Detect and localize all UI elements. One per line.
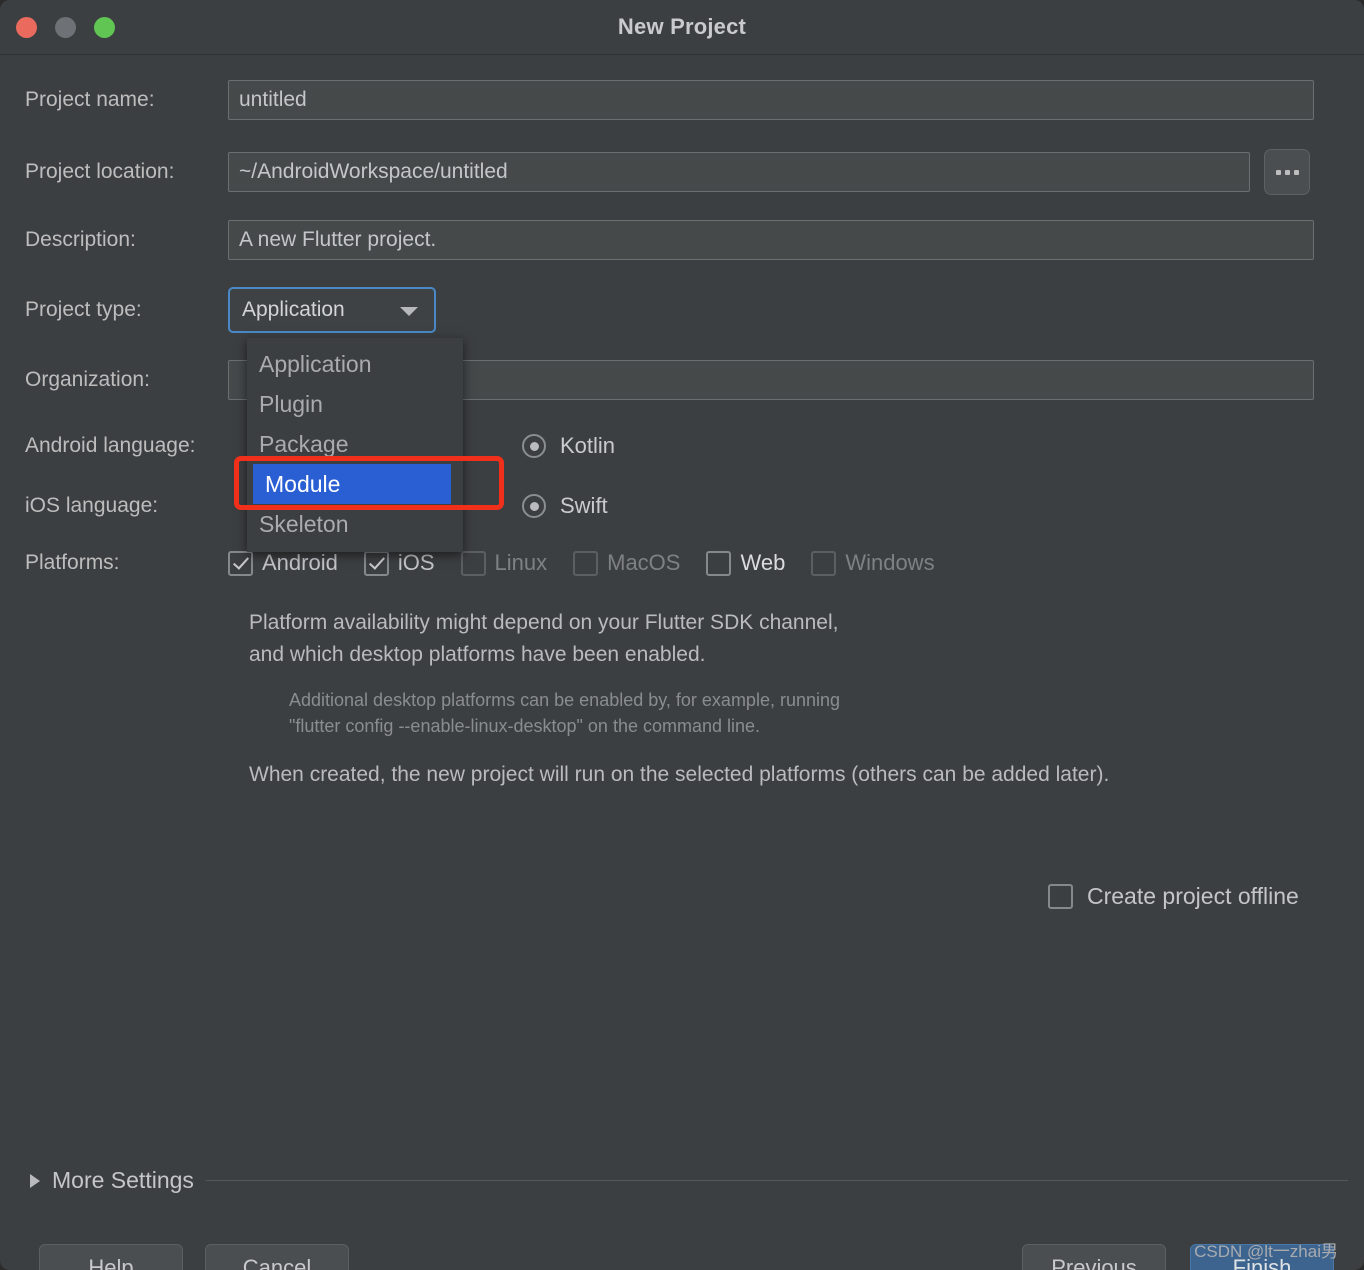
platform-android[interactable]: Android (228, 550, 338, 576)
dropdown-item-package[interactable]: Package (247, 424, 463, 464)
project-location-input[interactable]: ~/AndroidWorkspace/untitled (228, 152, 1250, 192)
platform-web-label: Web (740, 550, 786, 575)
description-label: Description: (25, 228, 136, 251)
platform-windows-label: Windows (845, 550, 935, 575)
more-settings-label: More Settings (52, 1167, 194, 1193)
create-project-offline-row[interactable]: Create project offline (1048, 883, 1299, 910)
platform-linux-label: Linux (494, 550, 548, 575)
checkbox-linux (460, 550, 486, 576)
platform-info-line1: Platform availability might depend on yo… (249, 611, 839, 634)
checkbox-android[interactable] (228, 550, 253, 576)
dropdown-item-module[interactable]: Module (253, 464, 451, 504)
dropdown-item-application[interactable]: Application (247, 344, 463, 384)
project-location-label: Project location: (25, 160, 175, 183)
dropdown-item-skeleton[interactable]: Skeleton (247, 504, 463, 544)
description-input[interactable]: A new Flutter project. (228, 220, 1314, 260)
platforms-checkbox-group: Android iOS Linux MacOS Web Windows (228, 550, 935, 576)
platform-hint-line2: "flutter config --enable-linux-desktop" … (289, 716, 761, 736)
platform-web[interactable]: Web (706, 550, 785, 576)
minimize-button[interactable] (55, 17, 76, 38)
platform-windows: Windows (811, 550, 935, 576)
more-settings-divider (205, 1180, 1348, 1181)
platform-hint-line1: Additional desktop platforms can be enab… (289, 690, 841, 710)
create-offline-label: Create project offline (1087, 883, 1299, 909)
platform-macos-label: MacOS (607, 550, 681, 575)
previous-button[interactable]: Previous (1022, 1244, 1166, 1270)
project-type-label: Project type: (25, 298, 142, 321)
platforms-row: Platforms: Android iOS Linux MacOS Web W… (0, 550, 1364, 576)
android-language-options: Kotlin (522, 433, 615, 459)
chevron-down-icon (400, 307, 418, 316)
title-bar: New Project (0, 0, 1364, 55)
cancel-button[interactable]: Cancel (205, 1244, 349, 1270)
platform-linux: Linux (460, 550, 548, 576)
radio-swift[interactable] (522, 494, 546, 518)
dialog-content: Project name: untitled Project location:… (0, 55, 1364, 1270)
close-button[interactable] (16, 17, 37, 38)
platforms-label: Platforms: (25, 551, 120, 574)
project-name-row: Project name: untitled (0, 80, 1364, 120)
checkbox-macos (573, 550, 599, 576)
window-title: New Project (617, 14, 747, 39)
android-language-row: Android language: Kotlin (0, 433, 1364, 459)
platform-info-line2: and which desktop platforms have been en… (249, 643, 706, 666)
radio-kotlin-label: Kotlin (560, 433, 616, 458)
platform-ios-label: iOS (397, 550, 435, 575)
project-name-label: Project name: (25, 88, 155, 111)
zoom-button[interactable] (94, 17, 115, 38)
checkbox-create-offline[interactable] (1048, 884, 1073, 909)
description-row: Description: A new Flutter project. (0, 220, 1364, 260)
window-controls (16, 17, 115, 38)
project-name-input[interactable]: untitled (228, 80, 1314, 120)
watermark: CSDN @lt一zhai男 (1194, 1242, 1338, 1261)
checkbox-web[interactable] (706, 550, 732, 576)
dialog-left-buttons: Help Cancel (39, 1244, 349, 1270)
ios-language-label: iOS language: (25, 494, 159, 517)
ios-language-row: iOS language: Swift (0, 493, 1364, 519)
dropdown-item-plugin[interactable]: Plugin (247, 384, 463, 424)
project-type-row: Project type: Application (0, 287, 1364, 333)
radio-swift-label: Swift (560, 493, 608, 518)
more-settings-toggle[interactable]: More Settings (30, 1167, 1348, 1194)
project-type-dropdown-menu[interactable]: Application Plugin Package Module Skelet… (247, 338, 463, 552)
new-project-dialog: New Project Project name: untitled Proje… (0, 0, 1364, 1270)
browse-folder-icon[interactable] (1264, 149, 1310, 195)
checkbox-ios[interactable] (363, 550, 389, 576)
platform-ios[interactable]: iOS (363, 550, 435, 576)
platform-info-line3: When created, the new project will run o… (249, 763, 1110, 786)
platform-android-label: Android (262, 550, 338, 575)
checkbox-windows (811, 550, 837, 576)
help-button[interactable]: Help (39, 1244, 183, 1270)
platform-macos: MacOS (573, 550, 680, 576)
radio-kotlin[interactable] (522, 434, 546, 458)
project-type-combobox[interactable]: Application (228, 287, 436, 333)
organization-label: Organization: (25, 368, 150, 391)
project-location-row: Project location: ~/AndroidWorkspace/unt… (0, 149, 1364, 195)
android-language-label: Android language: (25, 434, 196, 457)
ios-language-options: Swift (522, 493, 608, 519)
organization-row: Organization: (0, 360, 1364, 400)
chevron-right-icon (30, 1173, 40, 1188)
project-type-value: Application (242, 298, 345, 321)
